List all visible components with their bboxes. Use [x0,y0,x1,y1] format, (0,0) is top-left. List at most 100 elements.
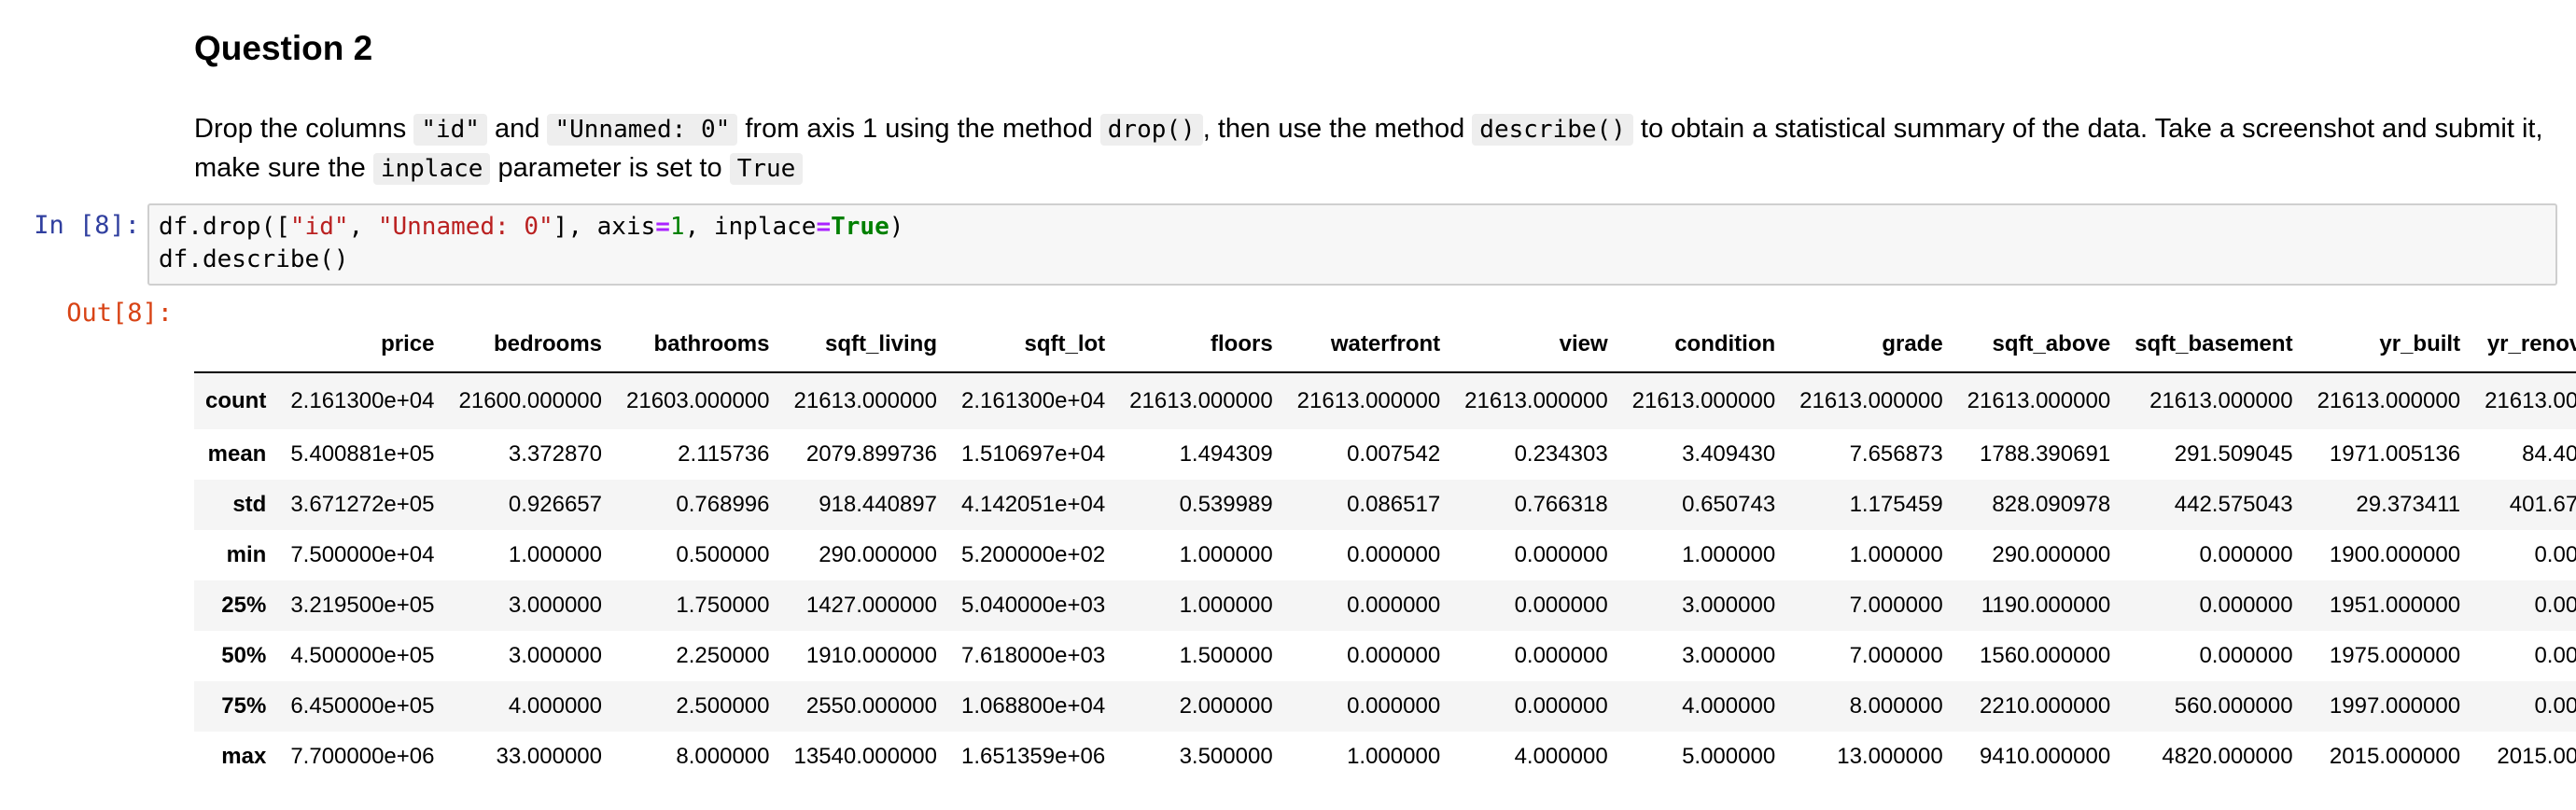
table-row: 50% 4.500000e+05 3.000000 2.250000 1910.… [194,631,2576,681]
table-cell: 1951.000000 [2329,593,2461,618]
table-cell: 0.000000 [2199,542,2293,567]
table-cell: 3.000000 [508,593,602,618]
table-header-row: price bedrooms bathrooms sqft_living sqf… [194,317,2576,373]
table-cell: 1.000000 [1849,542,1943,567]
table-cell: 21613.000000 [1464,388,1608,413]
table-cell: 828.090978 [1992,492,2111,517]
table-cell: 2550.000000 [805,693,937,719]
table-cell: 0.000000 [1347,542,1441,567]
table-cell: 3.671272e+05 [290,492,435,517]
table-cell: 21613.000000 [793,388,938,413]
code-string: "Unnamed: 0" [377,213,553,241]
header-cell: sqft_above [1953,317,2122,373]
table-cell: 3.219500e+05 [290,593,435,618]
table-cell: 1997.000000 [2329,693,2461,719]
table-cell: 5.200000e+02 [961,542,1106,567]
table-cell: 84.402258 [2522,441,2576,467]
table-cell: 0.500000 [676,542,770,567]
table-cell: 1.000000 [508,542,602,567]
table-cell: 0.539989 [1179,492,1273,517]
table-cell: 1560.000000 [1980,643,2111,668]
table-cell: 1.068800e+04 [961,693,1106,719]
table-cell: 0.007542 [1347,441,1441,467]
markdown-cell[interactable]: Question 2 Drop the columns "id" and "Un… [194,26,2555,189]
table-cell: 21613.000000 [2485,388,2576,413]
text-segment: Drop the columns [194,114,414,144]
table-cell: 1427.000000 [805,593,937,618]
table-cell: 0.650743 [1682,492,1776,517]
table-cell: 5.400881e+05 [290,441,435,467]
table-cell: 29.373411 [2356,492,2461,517]
table-cell: 1900.000000 [2329,542,2461,567]
code-string: "id" [289,213,349,241]
table-cell: 291.509045 [2174,441,2293,467]
table-cell: 0.000000 [1347,643,1441,668]
table-cell: 21613.000000 [1296,388,1441,413]
text-segment: parameter is set to [490,153,730,183]
table-cell: 4.142051e+04 [961,492,1106,517]
code-number: 1 [669,213,685,241]
table-cell: 290.000000 [1992,542,2111,567]
table-cell: 0.768996 [676,492,770,517]
table-cell: 7.500000e+04 [290,542,435,567]
header-cell: floors [1116,317,1284,373]
table-cell: 1.651359e+06 [961,744,1106,769]
table-cell: 4.500000e+05 [290,643,435,668]
code-token: ], axis [553,213,656,241]
table-cell: 0.000000 [1347,693,1441,719]
table-cell: 2079.899736 [805,441,937,467]
code-keyword: True [831,213,889,241]
table-cell: 3.000000 [1682,593,1776,618]
table-row: 75% 6.450000e+05 4.000000 2.500000 2550.… [194,681,2576,732]
inline-code-inplace: inplace [372,153,491,185]
table-cell: 7.618000e+03 [961,643,1106,668]
inline-code-id: "id" [413,114,487,146]
code-editor[interactable]: df.drop(["id", "Unnamed: 0"], axis=1, in… [147,203,2557,286]
table-cell: 2015.000000 [2497,744,2576,769]
row-label: min [226,542,267,567]
code-line-describe: df.describe() [159,245,349,273]
header-cell: bathrooms [613,317,781,373]
table-cell: 0.000000 [2199,643,2293,668]
table-cell: 7.700000e+06 [290,744,435,769]
table-cell: 6.450000e+05 [290,693,435,719]
table-cell: 2.000000 [1179,693,1273,719]
table-cell: 13540.000000 [793,744,938,769]
question-instructions: Drop the columns "id" and "Unnamed: 0" f… [194,110,2555,189]
table-row: min 7.500000e+04 1.000000 0.500000 290.0… [194,530,2576,580]
table-cell: 21613.000000 [2317,388,2461,413]
table-cell: 1975.000000 [2329,643,2461,668]
header-cell: bedrooms [445,317,613,373]
table-cell: 4.000000 [1514,744,1608,769]
table-cell: 401.679240 [2509,492,2576,517]
table-cell: 0.000000 [1347,593,1441,618]
table-cell: 1910.000000 [805,643,937,668]
table-cell: 2.250000 [676,643,770,668]
table-cell: 1.000000 [1347,744,1441,769]
table-cell: 21613.000000 [2149,388,2293,413]
header-cell: price [277,317,446,373]
table-cell: 1971.005136 [2329,441,2461,467]
table-cell: 0.000000 [1514,542,1608,567]
output-area[interactable]: price bedrooms bathrooms sqft_living sqf… [194,317,2576,784]
code-token: , inplace [684,213,817,241]
header-cell: yr_renovated [2471,317,2576,373]
table-cell: 3.500000 [1179,744,1273,769]
table-row: mean 5.400881e+05 3.372870 2.115736 2079… [194,429,2576,480]
table-row: count 2.161300e+04 21600.000000 21603.00… [194,372,2576,429]
table-cell: 21613.000000 [1967,388,2111,413]
table-row: max 7.700000e+06 33.000000 8.000000 1354… [194,732,2576,782]
table-cell: 9410.000000 [1980,744,2111,769]
header-cell: waterfront [1283,317,1452,373]
text-segment: from axis 1 using the method [737,114,1100,144]
table-cell: 4.000000 [508,693,602,719]
table-cell: 2210.000000 [1980,693,2111,719]
table-cell: 7.000000 [1849,643,1943,668]
table-row: 25% 3.219500e+05 3.000000 1.750000 1427.… [194,580,2576,631]
table-cell: 21613.000000 [1799,388,1943,413]
table-cell: 0.000000 [2199,593,2293,618]
table-cell: 2.115736 [678,441,770,467]
table-cell: 0.000000 [1514,593,1608,618]
table-cell: 8.000000 [676,744,770,769]
row-label: mean [207,441,267,467]
